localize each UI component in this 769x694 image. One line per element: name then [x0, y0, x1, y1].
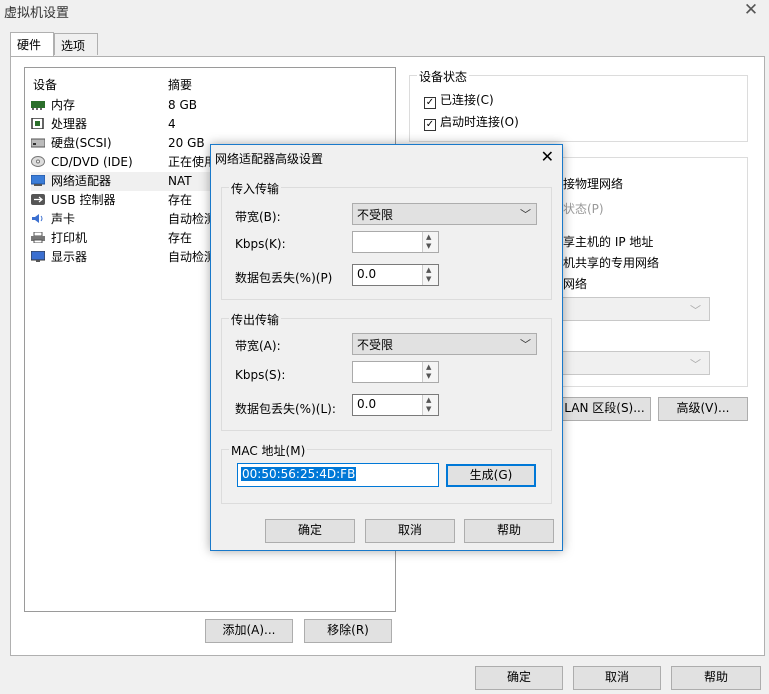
network-icon: [30, 173, 46, 186]
host-only-option-label[interactable]: 机共享的专用网络: [563, 254, 659, 271]
incoming-loss-label: 数据包丢失(%)(P): [235, 271, 333, 285]
usb-icon: [31, 192, 45, 205]
device-name: 内存: [51, 98, 76, 112]
device-name: 打印机: [51, 231, 88, 245]
printer-icon: [31, 230, 45, 244]
mac-address-value: 00:50:56:25:4D:FB: [241, 467, 357, 481]
chevron-down-icon: ﹀: [520, 208, 531, 221]
spinner-icon[interactable]: ▲ ▼: [422, 232, 438, 252]
outgoing-loss-label: 数据包丢失(%)(L):: [235, 402, 336, 416]
bridged-option-label[interactable]: 接物理网络: [563, 175, 623, 192]
connect-on-start-checkbox[interactable]: ✓ 启动时连接(O): [424, 113, 519, 131]
device-summary: 8 GB: [168, 98, 197, 112]
lan-segment-select: ﹀: [555, 351, 710, 375]
incoming-loss-input[interactable]: 0.0 ▲ ▼: [352, 264, 439, 286]
device-status-label: 设备状态: [417, 68, 470, 85]
spinner-icon[interactable]: ▲ ▼: [422, 265, 438, 285]
outgoing-bandwidth-select[interactable]: 不受限 ﹀: [352, 333, 537, 355]
outgoing-kbps-input[interactable]: ▲ ▼: [352, 361, 439, 383]
dialog-cancel-button[interactable]: 取消: [365, 519, 455, 543]
remove-device-button[interactable]: 移除(R): [304, 619, 392, 643]
checkmark-icon: ✓: [424, 97, 436, 109]
chevron-down-icon: ﹀: [690, 358, 701, 371]
device-row-processor[interactable]: 处理器 4: [31, 115, 391, 134]
device-summary: 存在: [168, 231, 193, 245]
device-summary: 正在使用: [168, 155, 217, 169]
dialog-ok-button[interactable]: 确定: [265, 519, 355, 543]
incoming-bandwidth-select[interactable]: 不受限 ﹀: [352, 203, 537, 225]
device-summary: NAT: [168, 174, 192, 188]
cancel-button[interactable]: 取消: [573, 666, 661, 690]
network-advanced-dialog: 网络适配器高级设置 ✕ 传入传输 带宽(B): 不受限 ﹀ Kbps(K): ▲ ▼…: [210, 144, 563, 551]
column-header-device: 设备: [33, 78, 58, 92]
incoming-loss-value: 0.0: [357, 267, 377, 281]
replicate-state-label: 状态(P): [563, 202, 604, 216]
device-name: 显示器: [51, 250, 88, 264]
checkmark-icon: ✓: [424, 119, 436, 131]
close-icon[interactable]: ✕: [741, 0, 761, 20]
device-summary: 自动检测: [168, 212, 217, 226]
tab-options[interactable]: 选项: [54, 33, 98, 55]
incoming-kbps-input[interactable]: ▲ ▼: [352, 231, 439, 253]
outgoing-bandwidth-value: 不受限: [357, 338, 394, 352]
mac-group-label: MAC 地址(M): [229, 442, 308, 459]
cpu-icon: [31, 116, 45, 130]
dialog-title: 网络适配器高级设置: [215, 152, 324, 166]
nat-option-label[interactable]: 享主机的 IP 地址: [563, 233, 653, 250]
device-summary: 自动检测: [168, 250, 217, 264]
chevron-down-icon: ﹀: [520, 338, 531, 351]
monitor-icon: [30, 249, 46, 262]
sound-icon: [31, 211, 45, 223]
device-summary: 4: [168, 117, 176, 131]
outgoing-bandwidth-label: 带宽(A):: [235, 339, 281, 353]
incoming-group-label: 传入传输: [229, 180, 282, 197]
connected-checkbox[interactable]: ✓ 已连接(C): [424, 91, 494, 109]
cd-icon: [31, 154, 45, 167]
custom-network-select: ﹀: [555, 297, 710, 321]
column-header-summary: 摘要: [168, 78, 193, 92]
incoming-bandwidth-value: 不受限: [357, 208, 394, 222]
device-name: USB 控制器: [51, 193, 116, 207]
outgoing-loss-input[interactable]: 0.0 ▲ ▼: [352, 394, 439, 416]
device-name: 处理器: [51, 117, 88, 131]
device-summary: 存在: [168, 193, 193, 207]
outgoing-kbps-label: Kbps(S):: [235, 368, 286, 382]
dialog-help-button[interactable]: 帮助: [464, 519, 554, 543]
generate-mac-button[interactable]: 生成(G): [446, 464, 536, 487]
connect-on-start-label: 启动时连接(O): [440, 115, 519, 129]
spinner-icon[interactable]: ▲ ▼: [422, 395, 438, 415]
disk-icon: [30, 135, 46, 148]
window-title: 虚拟机设置: [4, 6, 70, 21]
spinner-icon[interactable]: ▲ ▼: [422, 362, 438, 382]
outgoing-loss-value: 0.0: [357, 397, 377, 411]
device-name: 网络适配器: [51, 174, 112, 188]
close-icon[interactable]: ✕: [541, 147, 554, 166]
tab-hardware[interactable]: 硬件: [10, 32, 54, 56]
device-name: 声卡: [51, 212, 76, 226]
incoming-kbps-label: Kbps(K):: [235, 237, 286, 251]
help-button[interactable]: 帮助: [671, 666, 761, 690]
add-device-button[interactable]: 添加(A)...: [205, 619, 293, 643]
device-row-memory[interactable]: 内存 8 GB: [31, 96, 391, 115]
memory-icon: [31, 97, 45, 110]
device-name: 硬盘(SCSI): [51, 136, 112, 150]
advanced-button[interactable]: 高级(V)...: [658, 397, 748, 421]
chevron-down-icon: ﹀: [690, 304, 701, 317]
custom-option-label[interactable]: 网络: [563, 275, 587, 292]
outgoing-group-label: 传出传输: [229, 311, 282, 328]
ok-button[interactable]: 确定: [475, 666, 563, 690]
device-summary: 20 GB: [168, 136, 205, 150]
mac-address-input[interactable]: 00:50:56:25:4D:FB: [237, 463, 439, 487]
connected-label: 已连接(C): [440, 93, 494, 107]
device-name: CD/DVD (IDE): [51, 155, 133, 169]
incoming-bandwidth-label: 带宽(B):: [235, 210, 281, 224]
lan-segment-button[interactable]: LAN 区段(S)...: [558, 397, 651, 421]
